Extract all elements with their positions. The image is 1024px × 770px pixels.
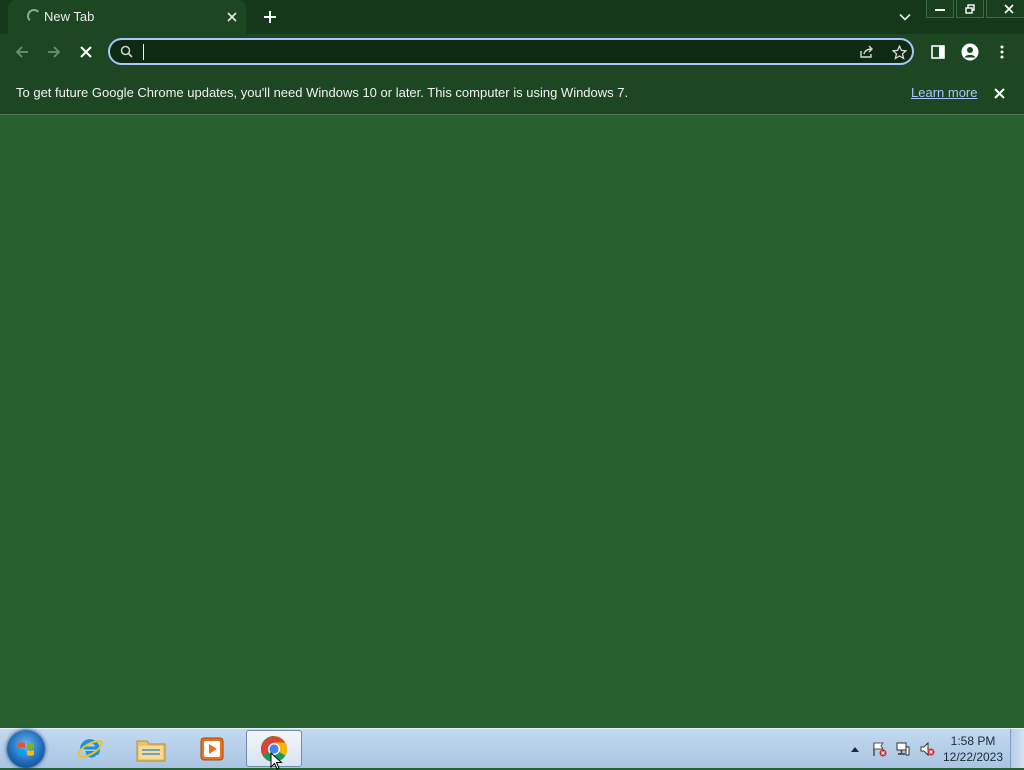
side-panel-button[interactable] <box>925 38 951 66</box>
volume-muted-icon <box>920 741 935 757</box>
folder-icon <box>136 740 166 761</box>
profile-button[interactable] <box>957 38 983 66</box>
minimize-button[interactable] <box>926 0 954 18</box>
close-icon <box>993 87 1005 99</box>
taskbar-clock[interactable]: 1:58 PM 12/22/2023 <box>940 733 1006 765</box>
restore-button[interactable] <box>956 0 984 18</box>
taskbar: 1:58 PM 12/22/2023 <box>0 728 1024 768</box>
taskbar-app-internet-explorer[interactable] <box>62 730 118 767</box>
chevron-down-icon <box>899 13 911 21</box>
action-center-tray-icon[interactable] <box>867 737 891 761</box>
stop-button[interactable] <box>72 38 100 66</box>
start-button[interactable] <box>7 730 45 768</box>
star-icon <box>891 44 907 60</box>
loading-spinner-icon <box>27 9 41 23</box>
show-hidden-icons-button[interactable] <box>843 737 867 761</box>
internet-explorer-icon <box>77 738 103 758</box>
learn-more-link[interactable]: Learn more <box>911 85 977 100</box>
close-icon <box>80 46 92 58</box>
avatar-icon <box>961 43 979 61</box>
network-tray-icon[interactable] <box>891 737 915 761</box>
taskbar-app-windows-explorer[interactable] <box>123 730 179 767</box>
infobar-close-button[interactable] <box>990 84 1008 102</box>
close-icon <box>1004 3 1014 14</box>
title-bar: New Tab <box>0 0 1024 34</box>
minimize-icon <box>935 8 945 11</box>
chevron-up-icon <box>851 747 859 752</box>
plus-icon <box>264 11 276 23</box>
tab-new-tab[interactable]: New Tab <box>8 0 246 34</box>
share-icon <box>860 45 873 58</box>
close-icon <box>227 12 237 22</box>
tab-search-button[interactable] <box>893 6 917 28</box>
new-tab-button[interactable] <box>258 5 282 29</box>
clock-time: 1:58 PM <box>950 734 996 748</box>
mouse-cursor-icon <box>270 752 283 770</box>
flag-icon <box>873 742 887 757</box>
clock-date: 12/22/2023 <box>942 750 1004 764</box>
tab-close-button[interactable] <box>222 7 242 27</box>
side-panel-icon <box>931 45 945 59</box>
media-player-icon <box>200 737 224 760</box>
menu-button[interactable] <box>989 38 1015 66</box>
address-input[interactable] <box>142 42 846 63</box>
back-button[interactable] <box>8 38 36 66</box>
taskbar-app-windows-media-player[interactable] <box>184 730 240 767</box>
share-button[interactable] <box>856 42 878 62</box>
network-icon <box>896 742 910 756</box>
search-icon <box>120 45 133 61</box>
bookmark-button[interactable] <box>888 42 910 62</box>
tab-title: New Tab <box>44 9 95 24</box>
text-caret <box>143 44 144 60</box>
window-close-button[interactable] <box>986 0 1024 18</box>
infobar-message: To get future Google Chrome updates, you… <box>16 85 629 100</box>
restore-icon <box>965 3 975 14</box>
windows-logo-icon <box>18 742 34 756</box>
toolbar <box>0 34 1024 70</box>
arrow-left-icon <box>15 46 28 58</box>
system-tray <box>843 737 939 761</box>
volume-tray-icon[interactable] <box>915 737 939 761</box>
page-content <box>0 115 1024 728</box>
arrow-right-icon <box>48 46 61 58</box>
more-vertical-icon <box>1000 45 1004 59</box>
forward-button[interactable] <box>40 38 68 66</box>
window-controls <box>926 0 1024 18</box>
update-infobar: To get future Google Chrome updates, you… <box>0 70 1024 115</box>
address-bar[interactable] <box>108 38 914 65</box>
show-desktop-button[interactable] <box>1010 729 1024 768</box>
